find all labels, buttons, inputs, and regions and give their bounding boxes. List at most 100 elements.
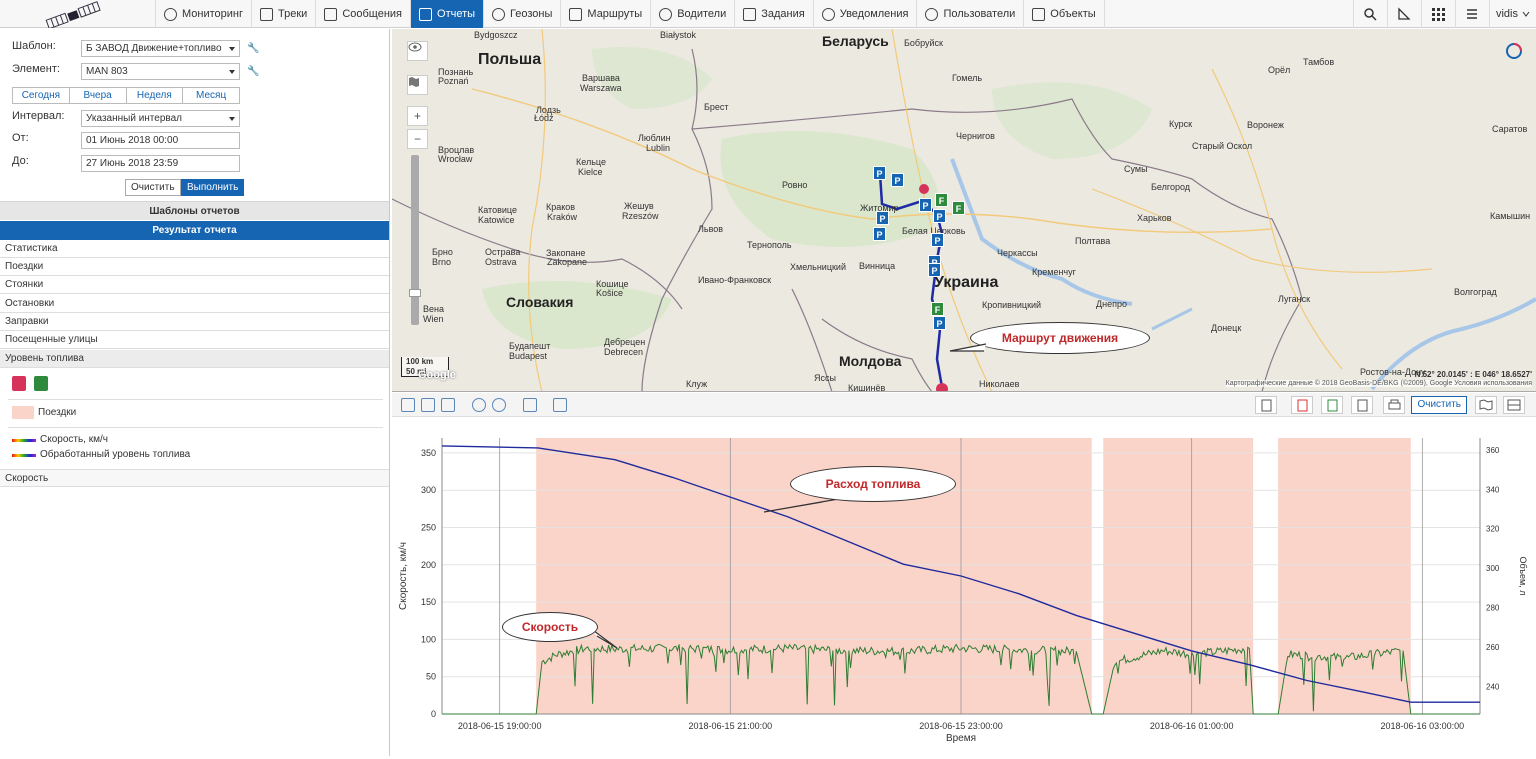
to-datetime-input[interactable]: 27 Июнь 2018 23:59 (81, 155, 240, 172)
nav-geofences[interactable]: Геозоны (484, 0, 562, 28)
y-tick-label: 100 (421, 634, 436, 644)
nav-tasks[interactable]: Задания (735, 0, 814, 28)
element-select[interactable]: MAN 803 (81, 63, 240, 80)
from-label: От: (12, 132, 29, 144)
parking-marker[interactable]: P (919, 198, 932, 212)
parking-marker[interactable]: P (931, 233, 944, 247)
fuel-marker[interactable]: F (931, 302, 944, 316)
nav-messages[interactable]: Сообщения (316, 0, 412, 28)
tools-button[interactable] (1386, 0, 1421, 28)
chart-clear-button[interactable]: Очистить (1411, 396, 1467, 414)
layout-toggle-button[interactable] (1503, 396, 1525, 414)
nav-notifications[interactable]: Уведомления (814, 0, 918, 28)
app-logo[interactable] (0, 0, 156, 30)
city-label: Будапешт (509, 341, 551, 351)
city-label: Орёл (1268, 65, 1291, 75)
city-label: Клуж (686, 379, 708, 389)
app-mark-icon (1506, 43, 1522, 59)
nav-monitoring[interactable]: Мониторинг (156, 0, 253, 28)
chevron-down-icon (229, 117, 235, 121)
run-button[interactable]: Выполнить (181, 179, 245, 196)
pdf-export-button[interactable] (1291, 396, 1313, 414)
map-layers-button[interactable] (407, 75, 428, 95)
map-view[interactable]: Польша Беларусь Украина Словакия Молдова… (392, 29, 1536, 392)
parking-marker[interactable]: P (873, 166, 886, 180)
apps-button[interactable] (1420, 0, 1455, 28)
track-icon (260, 7, 274, 21)
interval-value: Указанный интервал (86, 113, 182, 124)
y2-axis-label: Объем, л (1518, 557, 1528, 596)
report-templates-header[interactable]: Шаблоны отчетов (0, 201, 389, 220)
table-export-button[interactable] (1255, 396, 1277, 414)
tab-month[interactable]: Месяц (183, 88, 239, 103)
tab-yesterday[interactable]: Вчера (70, 88, 127, 103)
wrench-icon[interactable]: 🔧 (247, 43, 259, 54)
fuel-fill-icon[interactable] (34, 376, 48, 391)
parking-marker[interactable]: P (928, 263, 941, 277)
parking-marker[interactable]: P (873, 227, 886, 241)
result-item-streets[interactable]: Посещенные улицы (0, 331, 389, 349)
result-item-fillings[interactable]: Заправки (0, 313, 389, 331)
template-label: Шаблон: (12, 40, 56, 52)
zoom-fit-icon[interactable] (441, 398, 455, 412)
interval-select[interactable]: Указанный интервал (81, 110, 240, 127)
nav-users[interactable]: Пользователи (917, 0, 1025, 28)
settings-icon[interactable] (553, 398, 567, 412)
nav-objects[interactable]: Объекты (1024, 0, 1105, 28)
tab-today[interactable]: Сегодня (13, 88, 70, 103)
result-item-speed[interactable]: Скорость (0, 469, 389, 487)
city-label: Николаев (979, 379, 1020, 389)
excel-export-button[interactable] (1321, 396, 1343, 414)
fuel-marker[interactable]: F (935, 193, 948, 207)
search-button[interactable] (1352, 0, 1387, 28)
zoom-slider-handle[interactable] (409, 289, 421, 297)
city-label: Черкассы (997, 248, 1038, 258)
fuel-speed-chart[interactable]: 0 50 100 150 200 250 300 350 240 260 280 300 320 340 3… (392, 418, 1536, 756)
y-tick-label: 350 (421, 448, 436, 458)
fuel-drain-icon[interactable] (12, 376, 26, 391)
nav-drivers[interactable]: Водители (651, 0, 736, 28)
zoom-in-button[interactable]: + (407, 106, 428, 126)
y2-tick-label: 240 (1486, 682, 1500, 691)
list-icon[interactable] (523, 398, 537, 412)
zoom-x-icon[interactable] (421, 398, 435, 412)
city-label: Wrocław (438, 154, 473, 164)
search-icon (1364, 8, 1378, 21)
map-toggle-button[interactable] (1475, 396, 1497, 414)
result-item-fuel-level[interactable]: Уровень топлива (0, 350, 389, 368)
clear-button[interactable]: Очистить (125, 179, 181, 196)
nav-tracks[interactable]: Треки (252, 0, 317, 28)
zoom-out-icon[interactable] (492, 398, 506, 412)
result-item-statistics[interactable]: Статистика (0, 240, 389, 258)
fuel-marker[interactable]: F (952, 201, 965, 215)
city-label: Брно (432, 247, 453, 257)
nav-reports[interactable]: Отчеты (411, 0, 485, 28)
element-label: Элемент: (12, 63, 60, 75)
nav-routes[interactable]: Маршруты (561, 0, 652, 28)
parking-marker[interactable]: P (891, 173, 904, 187)
result-item-parkings[interactable]: Стоянки (0, 276, 389, 294)
parking-marker[interactable]: P (933, 316, 946, 330)
export-button[interactable] (1351, 396, 1373, 414)
help-button[interactable] (1454, 0, 1489, 28)
zoom-area-icon[interactable] (401, 398, 415, 412)
tab-week[interactable]: Неделя (127, 88, 184, 103)
result-item-stops[interactable]: Остановки (0, 295, 389, 313)
parking-marker[interactable]: P (933, 209, 946, 223)
eye-button[interactable] (407, 41, 428, 61)
template-select[interactable]: Б ЗАВОД Движение+топливо (81, 40, 240, 57)
country-label: Украина (934, 274, 999, 291)
zoom-in-icon[interactable] (472, 398, 486, 412)
x-axis-label: Время (946, 733, 976, 744)
result-item-trips[interactable]: Поездки (0, 258, 389, 276)
wrench-icon[interactable]: 🔧 (247, 66, 259, 77)
zoom-out-button[interactable]: − (407, 129, 428, 149)
report-result-header[interactable]: Результат отчета (0, 221, 389, 240)
y2-tick-label: 360 (1486, 446, 1500, 455)
city-label: Белгород (1151, 182, 1191, 192)
parking-marker[interactable]: P (876, 211, 889, 225)
from-datetime-input[interactable]: 01 Июнь 2018 00:00 (81, 132, 240, 149)
zoom-slider[interactable] (411, 155, 419, 325)
print-button[interactable] (1383, 396, 1405, 414)
user-menu[interactable]: vidis (1488, 0, 1536, 28)
